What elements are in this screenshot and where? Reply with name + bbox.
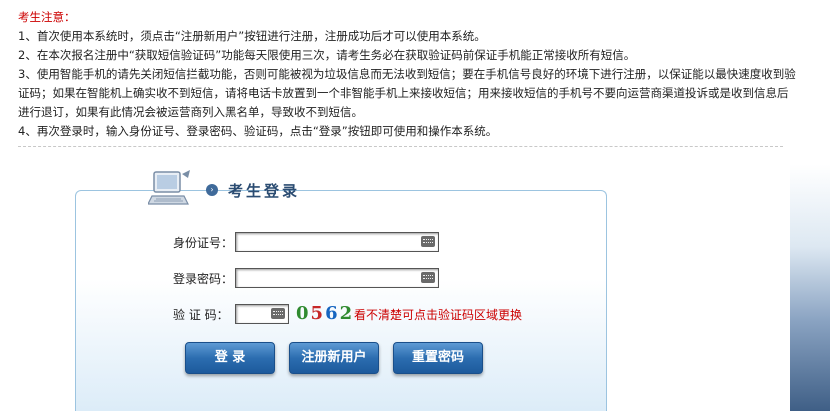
divider: [18, 146, 783, 147]
captcha-hint: 看不清楚可点击验证码区域更换: [354, 308, 523, 322]
captcha-char: 5: [310, 303, 326, 324]
id-number-input[interactable]: [235, 232, 439, 252]
notice-title: 考生注意：: [18, 10, 76, 24]
password-label: 登录密码：: [173, 272, 234, 286]
captcha-image[interactable]: 0562: [296, 303, 352, 325]
login-button[interactable]: 登 录: [185, 342, 275, 374]
captcha-input[interactable]: [235, 304, 289, 324]
arrow-bullet-icon: ›: [206, 184, 218, 196]
notice-item: 4、再次登录时，输入身份证号、登录密码、验证码，点击“登录”按钮即可使用和操作本…: [18, 124, 498, 138]
login-panel: [75, 190, 607, 411]
keyboard-icon[interactable]: [421, 272, 435, 283]
captcha-label: 验 证 码：: [173, 308, 229, 322]
keyboard-icon[interactable]: [421, 236, 435, 247]
password-input[interactable]: [235, 268, 439, 288]
captcha-char: 6: [325, 303, 340, 324]
keyboard-icon[interactable]: [271, 308, 285, 319]
login-title: 考生登录: [228, 182, 301, 200]
register-button[interactable]: 注册新用户: [289, 342, 379, 374]
login-header: › 考生登录: [148, 170, 368, 210]
notice-section: 考生注意： 1、首次使用本系统时，须点击“注册新用户”按钮进行注册，注册成功后才…: [18, 8, 798, 141]
id-label: 身份证号：: [173, 236, 234, 250]
captcha-char: 0: [296, 303, 311, 324]
computer-icon: [148, 170, 190, 205]
notice-item: 3、使用智能手机的请先关闭短信拦截功能，否则可能被视为垃圾信息而无法收到短信；要…: [18, 67, 796, 119]
notice-item: 2、在本次报名注册中“获取短信验证码”功能每天限使用三次，请考生务必在获取验证码…: [18, 48, 636, 62]
reset-password-button[interactable]: 重置密码: [393, 342, 483, 374]
captcha-char: 2: [339, 303, 355, 324]
notice-item: 1、首次使用本系统时，须点击“注册新用户”按钮进行注册，注册成功后才可以使用本系…: [18, 29, 486, 43]
